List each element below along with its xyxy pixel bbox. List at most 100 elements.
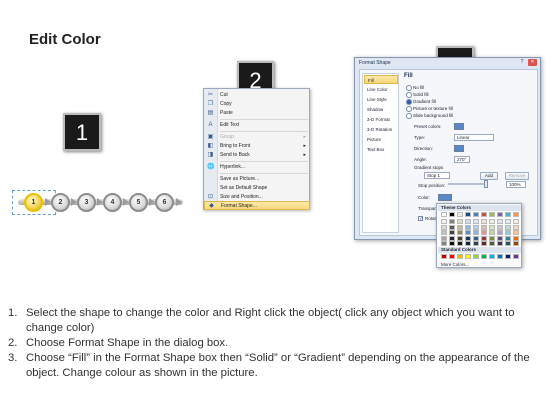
- color-swatch[interactable]: [505, 219, 511, 224]
- color-swatch[interactable]: [481, 254, 487, 259]
- color-swatch[interactable]: [465, 224, 471, 230]
- stop-position-input[interactable]: 100%: [506, 181, 526, 188]
- color-swatch[interactable]: [481, 219, 487, 224]
- color-swatch[interactable]: [497, 230, 503, 235]
- color-swatch[interactable]: [473, 224, 479, 230]
- type-select[interactable]: Linear: [454, 134, 494, 141]
- chain-node[interactable]: 4: [103, 193, 122, 212]
- menu-item-group[interactable]: ▣ Group ▸: [204, 133, 310, 142]
- color-swatch[interactable]: [441, 224, 447, 230]
- stop-select[interactable]: Stop 1: [424, 172, 450, 179]
- color-swatch[interactable]: [449, 241, 455, 246]
- menu-item-hyperlink[interactable]: 🌐 Hyperlink...: [204, 163, 310, 172]
- color-swatch[interactable]: [449, 235, 455, 241]
- color-swatch[interactable]: [441, 254, 447, 259]
- color-swatch[interactable]: [513, 212, 519, 217]
- color-swatch[interactable]: [489, 219, 495, 224]
- color-swatch[interactable]: [441, 230, 447, 235]
- close-button[interactable]: ✕: [528, 59, 537, 66]
- radio-picture-fill[interactable]: Picture or texture fill: [406, 105, 453, 112]
- color-swatch[interactable]: [473, 235, 479, 241]
- nav-3d-rotation[interactable]: 3-D Rotation: [364, 125, 398, 134]
- color-swatch[interactable]: [449, 254, 455, 259]
- color-swatch[interactable]: [513, 219, 519, 224]
- chain-node[interactable]: 6: [155, 193, 174, 212]
- menu-item-cut[interactable]: ✂ Cut: [204, 91, 310, 100]
- menu-item-copy[interactable]: ❐ Copy: [204, 100, 310, 109]
- color-swatch[interactable]: [489, 235, 495, 241]
- nav-fill[interactable]: Fill: [364, 75, 398, 84]
- color-swatch[interactable]: [505, 235, 511, 241]
- color-swatch[interactable]: [457, 254, 463, 259]
- chain-node[interactable]: 2: [51, 193, 70, 212]
- help-icon[interactable]: ?: [518, 59, 526, 66]
- color-swatch[interactable]: [449, 224, 455, 230]
- color-swatch[interactable]: [505, 241, 511, 246]
- color-picker-button[interactable]: [438, 194, 452, 201]
- color-swatch[interactable]: [489, 254, 495, 259]
- color-swatch[interactable]: [505, 254, 511, 259]
- menu-item-paste[interactable]: ▤ Paste: [204, 109, 310, 118]
- color-swatch[interactable]: [473, 219, 479, 224]
- color-swatch[interactable]: [473, 254, 479, 259]
- color-swatch[interactable]: [457, 224, 463, 230]
- color-swatch[interactable]: [449, 230, 455, 235]
- color-swatch[interactable]: [465, 241, 471, 246]
- nav-shadow[interactable]: Shadow: [364, 105, 398, 114]
- color-swatch[interactable]: [449, 212, 455, 217]
- color-swatch[interactable]: [505, 224, 511, 230]
- color-swatch[interactable]: [465, 230, 471, 235]
- menu-item-save-as-picture[interactable]: Save as Picture...: [204, 175, 310, 184]
- menu-item-format-shape[interactable]: ◆ Format Shape...: [204, 201, 310, 210]
- color-swatch[interactable]: [473, 230, 479, 235]
- color-swatch[interactable]: [497, 235, 503, 241]
- color-swatch[interactable]: [497, 254, 503, 259]
- chain-node[interactable]: 3: [77, 193, 96, 212]
- direction-dropdown[interactable]: [454, 145, 464, 152]
- nav-line-style[interactable]: Line Style: [364, 95, 398, 104]
- rotate-checkbox[interactable]: ✓: [418, 216, 423, 222]
- color-swatch[interactable]: [441, 212, 447, 217]
- color-swatch[interactable]: [457, 235, 463, 241]
- color-swatch[interactable]: [481, 230, 487, 235]
- color-swatch[interactable]: [481, 212, 487, 217]
- color-swatch[interactable]: [513, 241, 519, 246]
- color-swatch[interactable]: [441, 219, 447, 224]
- color-swatch[interactable]: [481, 235, 487, 241]
- color-swatch[interactable]: [513, 224, 519, 230]
- radio-gradient-fill[interactable]: Gradient fill: [406, 98, 436, 105]
- color-swatch[interactable]: [489, 212, 495, 217]
- color-swatch[interactable]: [513, 254, 519, 259]
- color-swatch[interactable]: [497, 224, 503, 230]
- radio-no-fill[interactable]: No fill: [406, 84, 424, 91]
- chain-node[interactable]: 1: [24, 193, 43, 212]
- remove-stop-button[interactable]: Remove: [505, 172, 529, 180]
- radio-solid-fill[interactable]: Solid fill: [406, 91, 429, 98]
- color-swatch[interactable]: [441, 235, 447, 241]
- color-swatch[interactable]: [441, 241, 447, 246]
- color-swatch[interactable]: [497, 219, 503, 224]
- color-swatch[interactable]: [505, 212, 511, 217]
- color-swatch[interactable]: [481, 224, 487, 230]
- color-swatch[interactable]: [497, 241, 503, 246]
- menu-item-edit-text[interactable]: A Edit Text: [204, 121, 310, 130]
- slider-handle[interactable]: [484, 180, 488, 188]
- color-swatch[interactable]: [457, 241, 463, 246]
- preset-colors-dropdown[interactable]: [454, 123, 464, 130]
- color-swatch[interactable]: [473, 241, 479, 246]
- menu-item-set-default-shape[interactable]: Set as Default Shape: [204, 184, 310, 193]
- angle-input[interactable]: 270°: [454, 156, 470, 163]
- nav-text-box[interactable]: Text Box: [364, 145, 398, 154]
- color-swatch[interactable]: [481, 241, 487, 246]
- color-swatch[interactable]: [497, 212, 503, 217]
- color-swatch[interactable]: [457, 219, 463, 224]
- color-swatch[interactable]: [505, 230, 511, 235]
- color-swatch[interactable]: [489, 230, 495, 235]
- menu-item-bring-to-front[interactable]: ◧ Bring to Front ▸: [204, 142, 310, 151]
- color-swatch[interactable]: [513, 230, 519, 235]
- menu-item-send-to-back[interactable]: ◨ Send to Back ▸: [204, 151, 310, 160]
- radio-slide-background-fill[interactable]: Slide background fill: [406, 112, 453, 119]
- color-swatch[interactable]: [513, 235, 519, 241]
- process-chain[interactable]: 1 2 3 4 5 6: [12, 190, 183, 215]
- color-swatch[interactable]: [449, 219, 455, 224]
